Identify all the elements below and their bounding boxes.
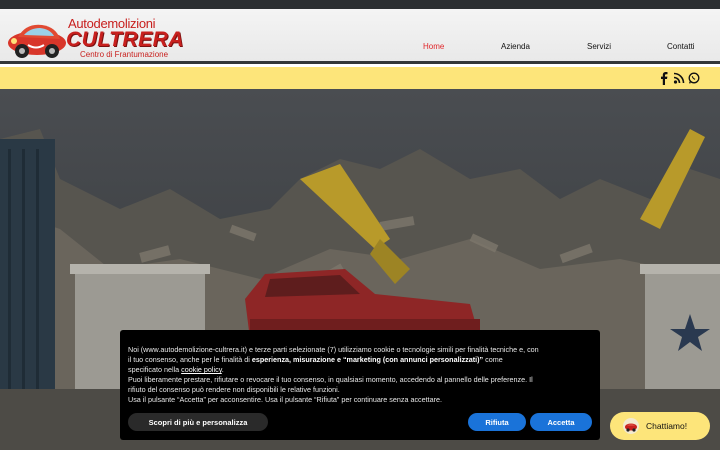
- cookie-text-line: Puoi liberamente prestare, rifiutare o r…: [128, 375, 533, 384]
- car-logo-icon: [8, 24, 66, 58]
- site-header: Autodemolizioni CULTRERA Centro di Frant…: [0, 9, 720, 64]
- chat-button[interactable]: Chattiamo!: [610, 412, 710, 440]
- site-logo[interactable]: Autodemolizioni CULTRERA Centro di Frant…: [6, 15, 183, 61]
- cookie-text-line: rifiuto del consenso può rendere non dis…: [128, 385, 340, 394]
- cookie-notice-text: Noi (www.autodemolizione-cultrera.it) e …: [128, 345, 592, 405]
- whatsapp-icon[interactable]: [688, 71, 700, 85]
- chat-avatar: [623, 418, 639, 434]
- cookie-text-line: Noi (www.autodemolizione-cultrera.it) e …: [128, 345, 539, 354]
- cookie-purposes-bold: esperienza, misurazione e “marketing (co…: [251, 355, 484, 364]
- logo-subtitle: Centro di Frantumazione: [80, 50, 169, 59]
- nav-servizi[interactable]: Servizi: [587, 42, 611, 51]
- learn-more-customize-button[interactable]: Scopri di più e personalizza: [128, 413, 268, 431]
- cookie-text-line: Usa il pulsante “Accetta” per acconsenti…: [128, 395, 443, 404]
- nav-azienda[interactable]: Azienda: [501, 42, 530, 51]
- cookie-banner: Noi (www.autodemolizione-cultrera.it) e …: [120, 330, 600, 440]
- social-bar: [0, 67, 720, 89]
- car-mascot-icon: [625, 423, 637, 432]
- rss-icon[interactable]: [673, 71, 685, 85]
- cookie-text-line: come: [483, 355, 503, 364]
- cookie-text-line: specificato nella: [128, 365, 182, 374]
- top-bar: [0, 0, 720, 9]
- cookie-policy-link[interactable]: cookie policy: [181, 365, 222, 374]
- reject-button[interactable]: Rifiuta: [468, 413, 526, 431]
- cookie-text-line: .: [221, 365, 224, 374]
- logo-title-brand: CULTRERA: [66, 28, 184, 51]
- cookie-text-line: il tuo consenso, anche per le finalità d…: [128, 355, 252, 364]
- facebook-icon[interactable]: [658, 71, 670, 85]
- chat-label: Chattiamo!: [646, 421, 688, 431]
- accept-button[interactable]: Accetta: [530, 413, 592, 431]
- nav-contatti[interactable]: Contatti: [667, 42, 695, 51]
- nav-home[interactable]: Home: [423, 42, 444, 51]
